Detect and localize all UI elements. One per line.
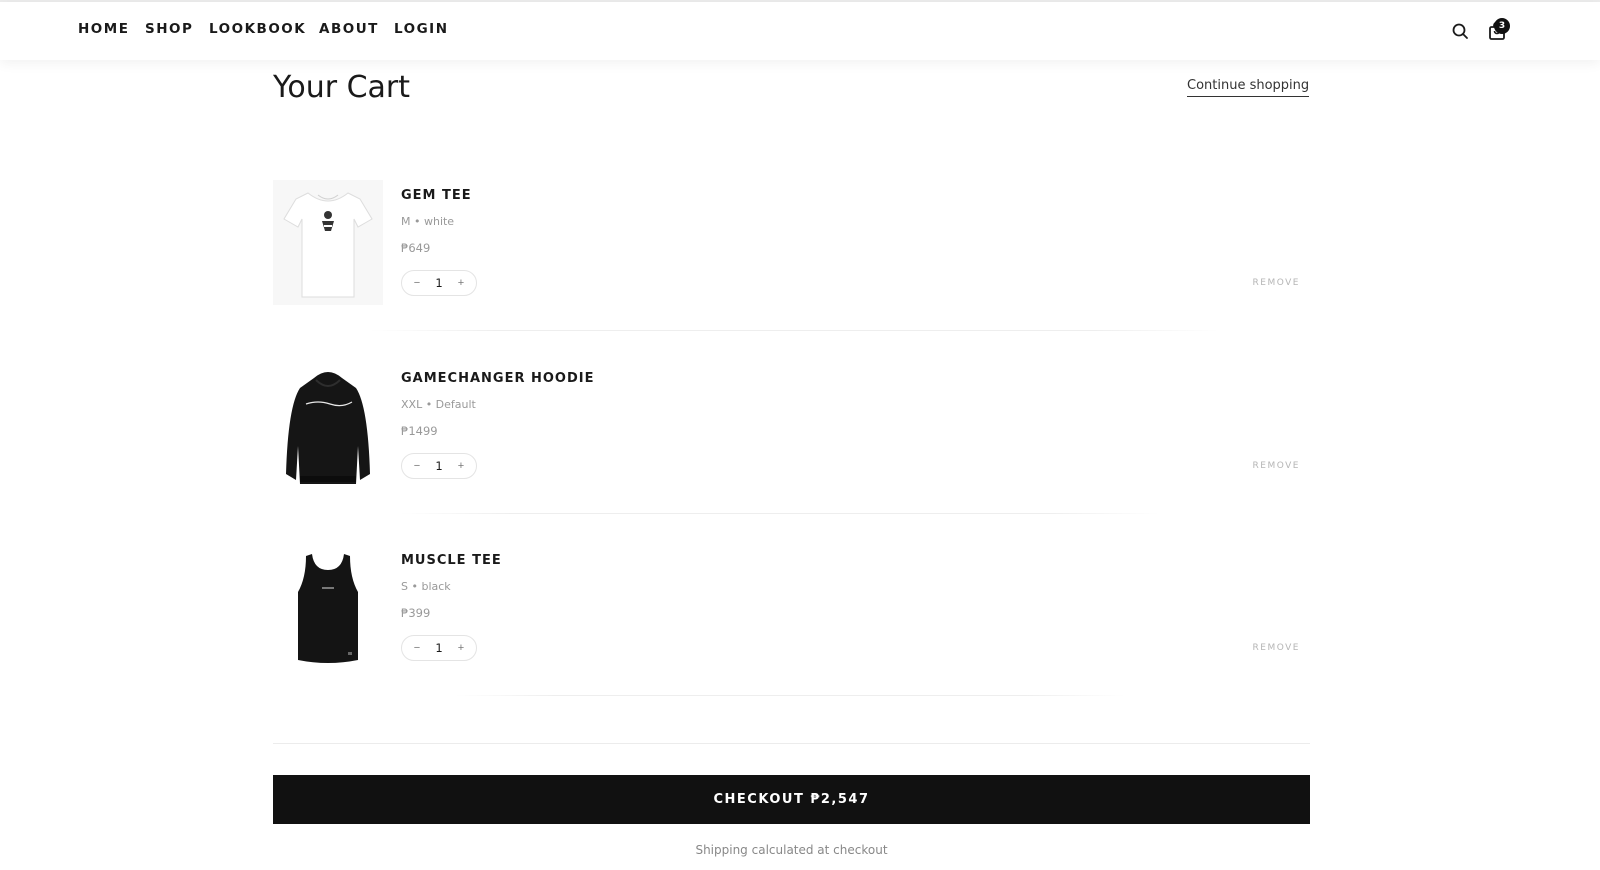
- product-name[interactable]: GAMECHANGER HOODIE: [401, 371, 595, 386]
- item-divider: [455, 695, 1125, 696]
- quantity-value: 1: [435, 276, 443, 290]
- remove-item-button[interactable]: REMOVE: [1253, 461, 1300, 471]
- product-image-black-hoodie[interactable]: [273, 363, 383, 488]
- cart-item: GEM TEE M • white ₱649 − 1 + REMOVE: [273, 180, 1310, 340]
- item-divider: [370, 330, 1220, 331]
- product-variant: XXL • Default: [401, 398, 476, 411]
- nav-home-link[interactable]: HOME: [78, 21, 129, 37]
- decrease-qty-button[interactable]: −: [408, 639, 426, 657]
- product-variant: S • black: [401, 580, 451, 593]
- product-variant: M • white: [401, 215, 455, 228]
- nav-about-link[interactable]: ABOUT: [319, 21, 379, 37]
- quantity-stepper: − 1 +: [401, 270, 477, 296]
- product-price: ₱1499: [401, 424, 438, 438]
- top-navbar: HOME SHOP LOOKBOOK ABOUT LOGIN 3: [0, 2, 1600, 60]
- checkout-button[interactable]: CHECKOUT ₱2,547: [273, 775, 1310, 824]
- item-divider: [400, 513, 1160, 514]
- quantity-value: 1: [435, 459, 443, 473]
- decrease-qty-button[interactable]: −: [408, 457, 426, 475]
- search-icon[interactable]: [1448, 19, 1472, 43]
- decrease-qty-button[interactable]: −: [408, 274, 426, 292]
- product-name[interactable]: MUSCLE TEE: [401, 553, 502, 568]
- cart-item: MUSCLE TEE S • black ₱399 − 1 + REMOVE: [273, 545, 1310, 705]
- product-image-black-tank-top[interactable]: [273, 545, 383, 670]
- product-name[interactable]: GEM TEE: [401, 188, 472, 203]
- cart-count-badge: 3: [1494, 18, 1510, 34]
- increase-qty-button[interactable]: +: [452, 274, 470, 292]
- product-price: ₱399: [401, 606, 431, 620]
- quantity-value: 1: [435, 641, 443, 655]
- nav-shop-link[interactable]: SHOP: [145, 21, 193, 37]
- nav-lookbook-link[interactable]: LOOKBOOK: [209, 21, 306, 37]
- remove-item-button[interactable]: REMOVE: [1253, 643, 1300, 653]
- summary-divider: [273, 743, 1310, 744]
- product-image-white-tshirt[interactable]: [273, 180, 383, 305]
- cart-item: GAMECHANGER HOODIE XXL • Default ₱1499 −…: [273, 363, 1310, 523]
- shipping-note: Shipping calculated at checkout: [695, 843, 888, 857]
- page-title: Your Cart: [273, 70, 411, 105]
- quantity-stepper: − 1 +: [401, 453, 477, 479]
- continue-shopping-link[interactable]: Continue shopping: [1187, 78, 1310, 97]
- increase-qty-button[interactable]: +: [452, 639, 470, 657]
- remove-item-button[interactable]: REMOVE: [1253, 278, 1300, 288]
- quantity-stepper: − 1 +: [401, 635, 477, 661]
- product-price: ₱649: [401, 241, 431, 255]
- increase-qty-button[interactable]: +: [452, 457, 470, 475]
- nav-login-link[interactable]: LOGIN: [394, 21, 449, 37]
